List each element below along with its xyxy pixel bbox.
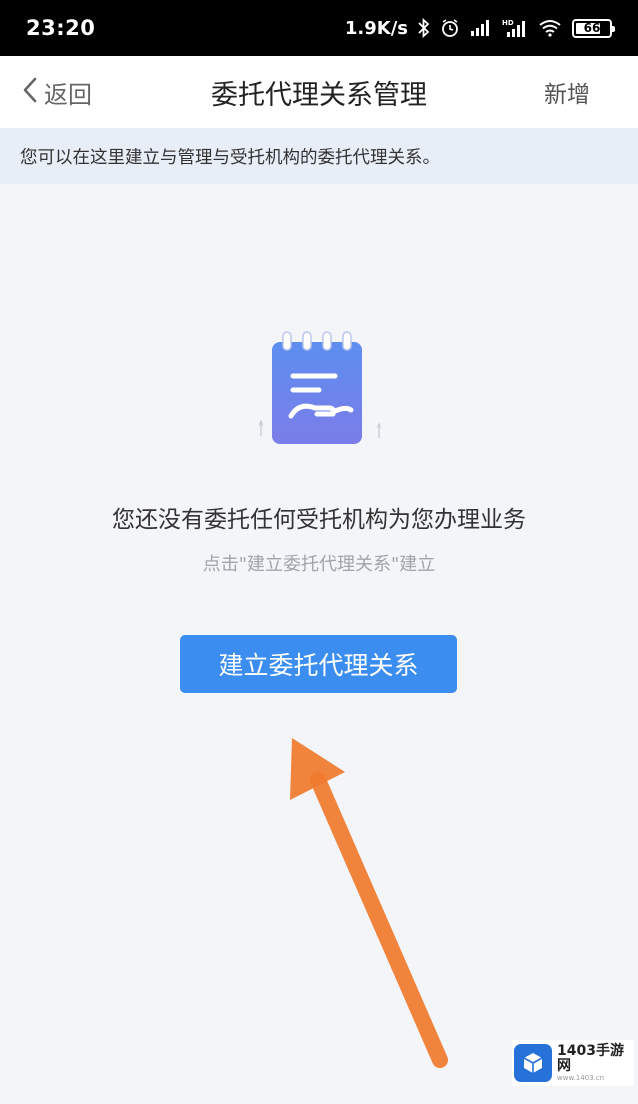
page-title: 委托代理关系管理 xyxy=(211,79,427,111)
info-banner: 您可以在这里建立与管理与受托机构的委托代理关系。 xyxy=(0,128,638,184)
nav-bar: 委托代理关系管理 返回 新增 xyxy=(0,56,638,128)
signal-icon xyxy=(470,19,492,37)
cube-logo-icon xyxy=(514,1044,553,1082)
create-agency-relationship-button[interactable]: 建立委托代理关系 xyxy=(180,635,457,693)
empty-state-hint: 点击"建立委托代理关系"建立 xyxy=(202,554,436,575)
alarm-icon xyxy=(440,18,460,38)
empty-state-title: 您还没有委托任何受托机构为您办理业务 xyxy=(112,507,526,533)
site-watermark: 1403手游网 www.1403.cn xyxy=(512,1040,634,1086)
hd-signal-icon: HD xyxy=(502,18,528,38)
network-speed: 1.9K/s xyxy=(344,17,408,39)
back-button[interactable]: 返回 xyxy=(22,56,92,128)
status-bar: 23:20 1.9K/s HD 66 xyxy=(0,0,638,56)
status-indicators: 1.9K/s HD 66 xyxy=(344,17,615,39)
chevron-left-icon xyxy=(22,76,38,108)
battery-level: 66 xyxy=(583,21,601,35)
bluetooth-icon xyxy=(418,18,430,38)
wifi-icon xyxy=(538,19,562,37)
notepad-hand-icon xyxy=(255,328,385,453)
battery-icon: 66 xyxy=(572,18,615,38)
watermark-name: 1403手游网 xyxy=(557,1042,624,1075)
back-label: 返回 xyxy=(44,80,92,109)
svg-text:HD: HD xyxy=(502,19,514,27)
status-time: 23:20 xyxy=(26,16,96,40)
add-button[interactable]: 新增 xyxy=(544,56,590,128)
watermark-url: www.1403.cn xyxy=(557,1073,605,1082)
